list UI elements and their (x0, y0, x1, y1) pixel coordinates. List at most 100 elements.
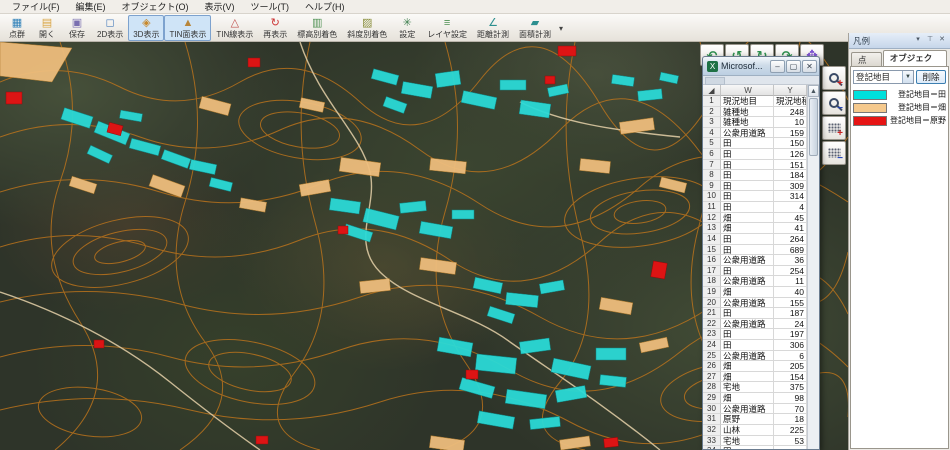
zoom-button[interactable]: + (822, 116, 846, 140)
table-row[interactable]: 21 田 187 (703, 308, 819, 319)
row-number[interactable]: 25 (703, 351, 721, 362)
row-number[interactable]: 32 (703, 425, 721, 436)
cell-land-area[interactable]: 254 (774, 266, 807, 277)
cell-land-area[interactable]: 150 (774, 138, 807, 149)
cell-land-area[interactable]: 24 (774, 319, 807, 330)
cell-land-area[interactable]: 187 (774, 308, 807, 319)
panel-tab[interactable]: オブジェクト (883, 50, 947, 66)
cell-land-category[interactable]: 田 (721, 340, 774, 351)
table-row[interactable]: 23 田 197 (703, 329, 819, 340)
table-row[interactable]: 6 田 126 (703, 149, 819, 160)
delete-button[interactable]: 削除 (916, 70, 946, 84)
cell-land-category[interactable]: 公衆用道路 (721, 298, 774, 309)
row-number[interactable]: 12 (703, 213, 721, 224)
cell-land-area[interactable]: 154 (774, 372, 807, 383)
row-number[interactable]: 1 (703, 96, 721, 107)
menu-item[interactable]: ツール(T) (243, 0, 298, 14)
cell-land-area[interactable]: 197 (774, 329, 807, 340)
row-number[interactable]: 2 (703, 107, 721, 118)
cell-land-category[interactable]: 田 (721, 191, 774, 202)
toolbar-button[interactable]: ▣ 保存 (62, 15, 92, 41)
row-number[interactable]: 34 (703, 446, 721, 449)
cell-land-area[interactable]: 248 (774, 107, 807, 118)
table-row[interactable]: 3 雑種地 10 (703, 117, 819, 128)
panel-close-icon[interactable]: ✕ (936, 35, 948, 46)
cell-land-area[interactable]: 375 (774, 382, 807, 393)
cell-land-category[interactable]: 田 (721, 446, 774, 449)
spreadsheet-grid[interactable]: ◢ W Y 1 現況地目 現況地積 2 雑種地 248 3 雑種地 (703, 85, 819, 449)
cell-land-area[interactable]: 205 (774, 361, 807, 372)
toolbar-button[interactable]: ▰ 面積計測 (514, 15, 556, 41)
toolbar-overflow-chevron-icon[interactable]: ▾ (556, 24, 566, 33)
cell-land-area[interactable]: 126 (774, 149, 807, 160)
panel-menu-chevron-icon[interactable]: ▾ (912, 35, 924, 46)
cell-land-category[interactable]: 雑種地 (721, 107, 774, 118)
menu-item[interactable]: オブジェクト(O) (114, 0, 197, 14)
cell-land-category[interactable]: 公衆用道路 (721, 351, 774, 362)
table-row[interactable]: 7 田 151 (703, 160, 819, 171)
cell-land-category[interactable]: 畑 (721, 361, 774, 372)
table-row[interactable]: 31 原野 18 (703, 414, 819, 425)
table-row[interactable]: 33 宅地 53 (703, 436, 819, 447)
close-button[interactable]: ✕ (802, 60, 817, 73)
cell-land-category[interactable]: 公衆用道路 (721, 255, 774, 266)
table-row[interactable]: 27 畑 154 (703, 372, 819, 383)
row-number[interactable]: 13 (703, 223, 721, 234)
table-row[interactable]: 11 田 4 (703, 202, 819, 213)
minimize-button[interactable]: – (770, 60, 785, 73)
table-row[interactable]: 12 畑 45 (703, 213, 819, 224)
row-number[interactable]: 10 (703, 191, 721, 202)
menu-item[interactable]: ファイル(F) (4, 0, 68, 14)
table-row[interactable]: 10 田 314 (703, 191, 819, 202)
cell-land-category[interactable]: 公衆用道路 (721, 404, 774, 415)
table-row[interactable]: 9 田 309 (703, 181, 819, 192)
table-row[interactable]: 19 畑 40 (703, 287, 819, 298)
zoom-button[interactable]: + (822, 66, 846, 90)
cell-land-area[interactable]: 155 (774, 298, 807, 309)
cell-land-category[interactable]: 田 (721, 170, 774, 181)
table-row[interactable]: 26 畑 205 (703, 361, 819, 372)
toolbar-button[interactable]: ▲ TIN面表示 (164, 15, 211, 41)
row-number[interactable]: 29 (703, 393, 721, 404)
vertical-scrollbar[interactable]: ▲ (807, 85, 819, 449)
cell-land-category[interactable]: 田 (721, 308, 774, 319)
toolbar-button[interactable]: ∠ 距離計測 (472, 15, 514, 41)
cell-land-category[interactable]: 原野 (721, 414, 774, 425)
table-row[interactable]: 29 畑 98 (703, 393, 819, 404)
cell-land-area[interactable] (774, 446, 807, 449)
cell-land-area[interactable]: 306 (774, 340, 807, 351)
cell-land-category[interactable]: 雑種地 (721, 117, 774, 128)
row-number[interactable]: 30 (703, 404, 721, 415)
cell-land-area[interactable]: 309 (774, 181, 807, 192)
cell-land-category[interactable]: 公衆用道路 (721, 276, 774, 287)
row-number[interactable]: 23 (703, 329, 721, 340)
legend-category-dropdown[interactable]: 登記地目 ▼ (853, 70, 914, 84)
toolbar-button[interactable]: ▤ 開く (32, 15, 62, 41)
toolbar-button[interactable]: ▨ 斜度別着色 (342, 15, 392, 41)
cell-land-category[interactable]: 田 (721, 181, 774, 192)
table-row[interactable]: 15 田 689 (703, 245, 819, 256)
cell-land-category[interactable]: 畑 (721, 372, 774, 383)
toolbar-button[interactable]: ↻ 再表示 (258, 15, 292, 41)
row-number[interactable]: 27 (703, 372, 721, 383)
cell-land-area[interactable]: 36 (774, 255, 807, 266)
column-header-y[interactable]: Y (774, 85, 807, 96)
menu-item[interactable]: ヘルプ(H) (297, 0, 353, 14)
cell-land-area[interactable]: 11 (774, 276, 807, 287)
row-number[interactable]: 17 (703, 266, 721, 277)
table-row[interactable]: 20 公衆用道路 155 (703, 298, 819, 309)
toolbar-button[interactable]: ◈ 3D表示 (128, 15, 164, 41)
cell-land-category[interactable]: 田 (721, 266, 774, 277)
column-header-w[interactable]: W (721, 85, 774, 96)
toolbar-button[interactable]: ▥ 標高別着色 (292, 15, 342, 41)
row-number[interactable]: 9 (703, 181, 721, 192)
row-number[interactable]: 28 (703, 382, 721, 393)
row-number[interactable]: 4 (703, 128, 721, 139)
table-row[interactable]: 17 田 254 (703, 266, 819, 277)
table-row[interactable]: 34 田 (703, 446, 819, 449)
cell-land-category[interactable]: 田 (721, 202, 774, 213)
row-number[interactable]: 31 (703, 414, 721, 425)
cell-land-area[interactable]: 現況地積 (774, 96, 807, 107)
cell-land-area[interactable]: 98 (774, 393, 807, 404)
table-row[interactable]: 5 田 150 (703, 138, 819, 149)
